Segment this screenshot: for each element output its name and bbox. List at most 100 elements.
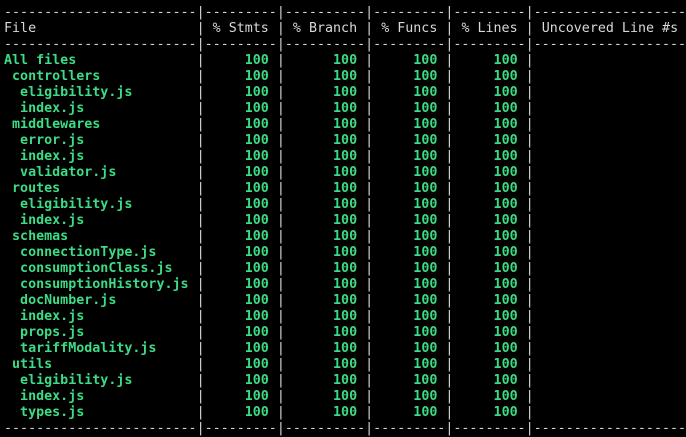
table-row: index.js | 100 | 100 | 100 | 100 | | <box>4 309 686 325</box>
uncovered-lines: | <box>533 181 686 196</box>
table-row: tariffModality.js | 100 | 100 | 100 | 10… <box>4 341 686 357</box>
pct-lines: 100 <box>453 101 518 116</box>
file-name: index.js <box>4 149 85 164</box>
file-name: eligibility.js <box>4 85 133 100</box>
pct-stmts: 100 <box>204 69 269 84</box>
column-divider: | <box>357 405 374 420</box>
table-row: types.js | 100 | 100 | 100 | 100 | | <box>4 405 686 421</box>
pct-branch: 100 <box>284 197 358 212</box>
file-name: controllers <box>4 69 101 84</box>
column-divider: | <box>132 85 205 100</box>
table-row: index.js | 100 | 100 | 100 | 100 | | <box>4 213 686 229</box>
uncovered-lines: | <box>533 101 686 116</box>
column-divider: | <box>84 133 205 148</box>
pct-lines: 100 <box>453 373 518 388</box>
pct-funcs: 100 <box>373 213 438 228</box>
header-lines: % Lines <box>461 21 518 36</box>
pct-stmts: 100 <box>204 165 269 180</box>
column-divider: | <box>437 389 454 404</box>
column-divider: | <box>132 197 205 212</box>
table-row: consumptionHistory.js | 100 | 100 | 100 … <box>4 277 686 293</box>
column-divider: | <box>517 133 534 148</box>
column-divider: | <box>357 229 374 244</box>
column-divider: | <box>517 149 534 164</box>
uncovered-lines: | <box>533 309 686 324</box>
column-divider: | <box>100 117 205 132</box>
column-divider: | <box>517 85 534 100</box>
table-row: eligibility.js | 100 | 100 | 100 | 100 |… <box>4 85 686 101</box>
column-divider: | <box>84 309 205 324</box>
uncovered-lines: | <box>533 245 686 260</box>
header-funcs: % Funcs <box>381 21 438 36</box>
uncovered-lines: | <box>533 341 686 356</box>
pct-lines: 100 <box>453 133 518 148</box>
uncovered-lines: | <box>533 373 686 388</box>
uncovered-lines: | <box>533 133 686 148</box>
pct-funcs: 100 <box>373 293 438 308</box>
column-divider: | <box>116 165 205 180</box>
file-name: docNumber.js <box>4 293 117 308</box>
column-divider: | <box>268 85 285 100</box>
uncovered-lines: | <box>533 293 686 308</box>
pct-stmts: 100 <box>204 245 269 260</box>
pct-funcs: 100 <box>373 229 438 244</box>
pct-branch: 100 <box>284 405 358 420</box>
column-divider: | <box>517 389 534 404</box>
column-divider: | <box>517 213 534 228</box>
pct-branch: 100 <box>284 261 358 276</box>
pct-branch: 100 <box>284 309 358 324</box>
column-divider: | <box>100 69 205 84</box>
column-divider: | <box>156 341 205 356</box>
column-divider: | <box>76 53 205 68</box>
table-row: eligibility.js | 100 | 100 | 100 | 100 |… <box>4 373 686 389</box>
column-divider: | <box>437 53 454 68</box>
pct-lines: 100 <box>453 405 518 420</box>
column-divider: | <box>437 357 454 372</box>
column-divider: | <box>268 309 285 324</box>
file-name: validator.js <box>4 165 117 180</box>
pct-stmts: 100 <box>204 181 269 196</box>
file-name: index.js <box>4 309 85 324</box>
table-row: index.js | 100 | 100 | 100 | 100 | | <box>4 101 686 117</box>
pct-lines: 100 <box>453 229 518 244</box>
pct-stmts: 100 <box>204 293 269 308</box>
pct-stmts: 100 <box>204 261 269 276</box>
pct-funcs: 100 <box>373 309 438 324</box>
column-divider: | <box>84 101 205 116</box>
pct-lines: 100 <box>453 341 518 356</box>
column-divider: | <box>188 277 205 292</box>
pct-funcs: 100 <box>373 341 438 356</box>
pct-lines: 100 <box>453 85 518 100</box>
pct-funcs: 100 <box>373 69 438 84</box>
pct-branch: 100 <box>284 389 358 404</box>
column-divider: | <box>517 181 534 196</box>
uncovered-lines: | <box>533 197 686 212</box>
header-uncovered: Uncovered Line #s <box>541 21 679 36</box>
table-row: controllers | 100 | 100 | 100 | 100 | | <box>4 69 686 85</box>
column-divider: | <box>517 229 534 244</box>
file-name: routes <box>4 181 61 196</box>
pct-branch: 100 <box>284 181 358 196</box>
column-divider: | <box>268 357 285 372</box>
uncovered-lines: | <box>533 261 686 276</box>
column-divider: | <box>357 341 374 356</box>
table-row: consumptionClass.js | 100 | 100 | 100 | … <box>4 261 686 277</box>
column-divider: | <box>517 405 534 420</box>
pct-funcs: 100 <box>373 181 438 196</box>
pct-stmts: 100 <box>204 277 269 292</box>
pct-branch: 100 <box>284 373 358 388</box>
column-divider: | <box>268 133 285 148</box>
pct-branch: 100 <box>284 325 358 340</box>
pct-lines: 100 <box>453 53 518 68</box>
column-divider: | <box>437 213 454 228</box>
column-divider: | <box>517 309 534 324</box>
uncovered-lines: | <box>533 85 686 100</box>
pct-lines: 100 <box>453 165 518 180</box>
table-row: index.js | 100 | 100 | 100 | 100 | | <box>4 149 686 165</box>
column-divider: | <box>268 101 285 116</box>
column-divider: | <box>357 261 374 276</box>
pct-branch: 100 <box>284 101 358 116</box>
pct-stmts: 100 <box>204 373 269 388</box>
pct-lines: 100 <box>453 117 518 132</box>
pct-branch: 100 <box>284 229 358 244</box>
